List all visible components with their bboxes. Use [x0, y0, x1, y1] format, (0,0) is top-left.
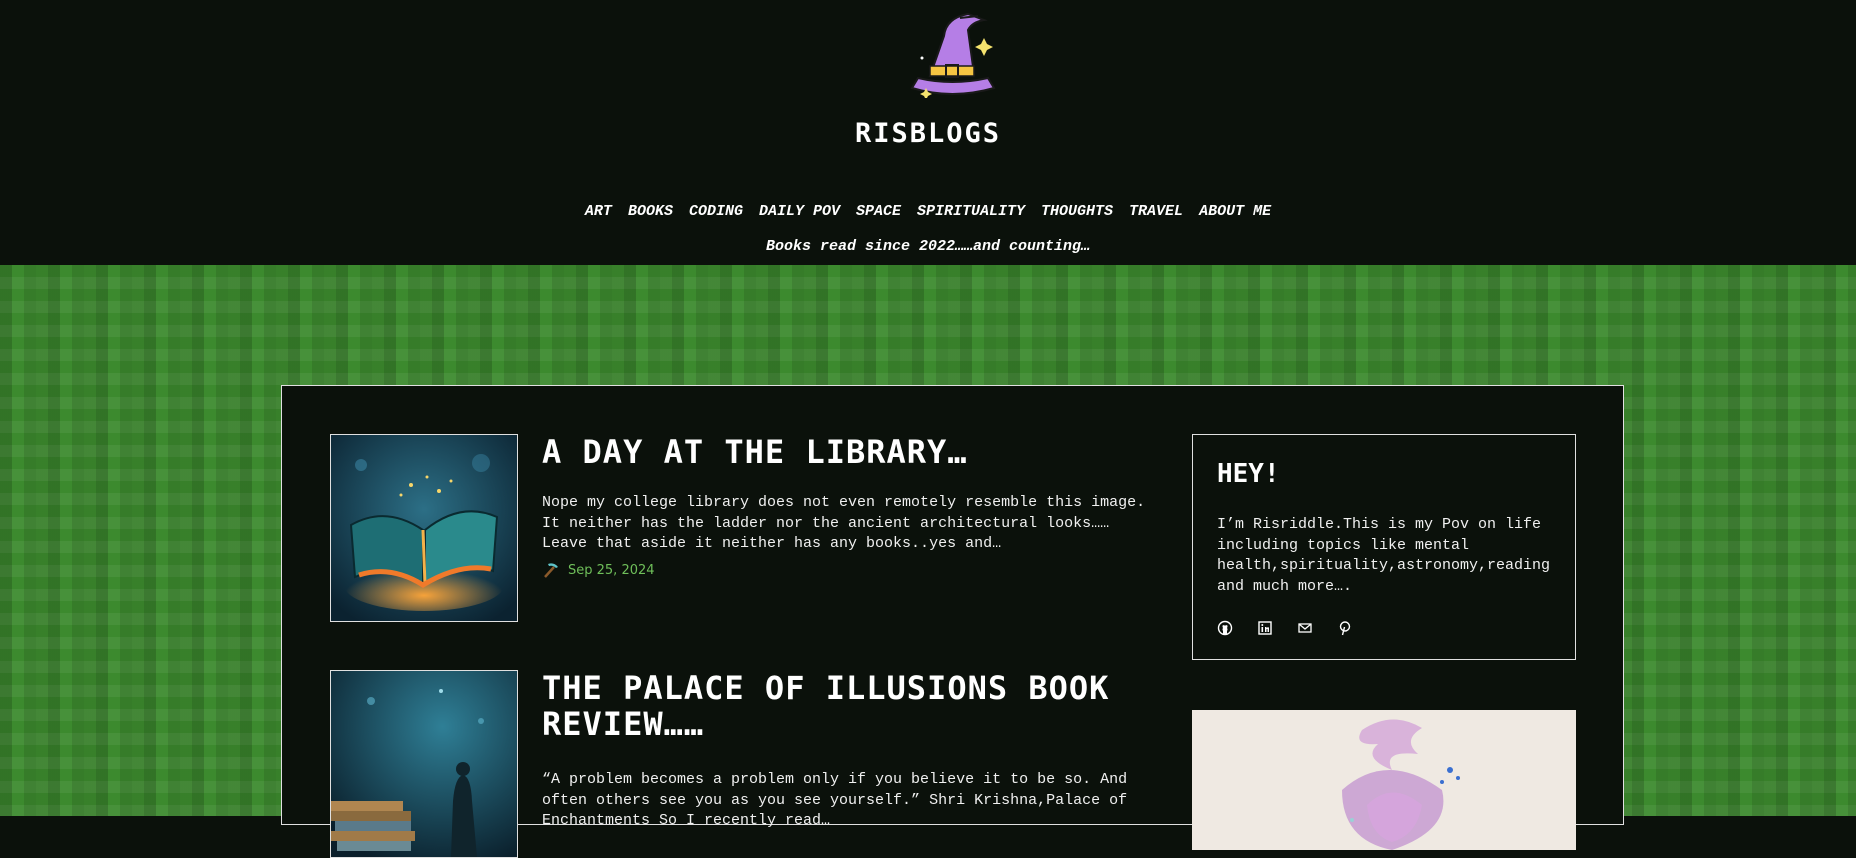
watercolor-wizard-image [1192, 710, 1576, 850]
post-date[interactable]: Sep 25, 2024 [568, 563, 655, 578]
nav-item-art[interactable]: ART [585, 203, 612, 220]
post-title[interactable]: A DAY AT THE LIBRARY… [542, 434, 1142, 470]
wizard-hat-icon[interactable] [902, 8, 1002, 98]
social-links [1217, 620, 1353, 636]
nav-item-daily-pov[interactable]: DAILY POV [759, 203, 840, 220]
book-stack-image [331, 671, 517, 857]
pickaxe-icon [544, 563, 558, 578]
post-thumbnail[interactable] [330, 670, 518, 858]
site-title[interactable]: RISBLOGS [0, 118, 1856, 149]
nav-item-books[interactable]: BOOKS [628, 203, 673, 220]
about-bio: I’m Risriddle.This is my Pov on life inc… [1217, 516, 1551, 595]
nav-item-space[interactable]: SPACE [856, 203, 901, 220]
site-header: RISBLOGS ART BOOKS CODING DAILY POV SPAC… [0, 0, 1856, 265]
about-card: HEY! I’m Risriddle.This is my Pov on lif… [1192, 434, 1576, 660]
mail-icon[interactable] [1297, 620, 1313, 636]
linkedin-icon[interactable] [1257, 620, 1273, 636]
about-heading: HEY! [1217, 459, 1280, 489]
nav-item-travel[interactable]: TRAVEL [1129, 203, 1183, 220]
content-panel: A DAY AT THE LIBRARY… Nope my college li… [281, 385, 1624, 858]
pinterest-icon[interactable] [1337, 620, 1353, 636]
open-book-image [331, 435, 517, 621]
github-icon[interactable] [1217, 620, 1233, 636]
sidebar-featured-image[interactable] [1192, 710, 1576, 850]
nav-item-thoughts[interactable]: THOUGHTS [1041, 203, 1113, 220]
post-thumbnail[interactable] [330, 434, 518, 622]
nav-item-spirituality[interactable]: SPIRITUALITY [917, 203, 1025, 220]
post-excerpt: Nope my college library does not even re… [542, 494, 1146, 552]
post-excerpt: “A problem becomes a problem only if you… [542, 771, 1128, 829]
nav-item-coding[interactable]: CODING [689, 203, 743, 220]
post-meta: Sep 25, 2024 [542, 561, 655, 579]
site-tagline: Books read since 2022……and counting… [765, 238, 1091, 255]
nav-item-about-me[interactable]: ABOUT ME [1199, 203, 1271, 220]
main-nav: ART BOOKS CODING DAILY POV SPACE SPIRITU… [0, 203, 1856, 220]
post-title[interactable]: THE PALACE OF ILLUSIONS BOOK REVIEW…… [542, 670, 1142, 742]
